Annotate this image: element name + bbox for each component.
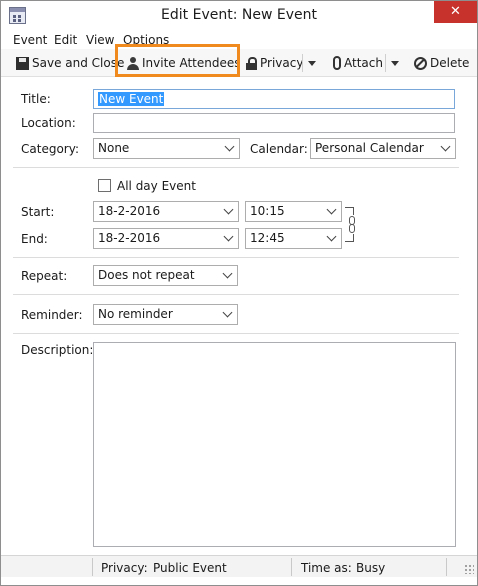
- start-label: Start:: [21, 205, 55, 219]
- end-date-picker[interactable]: 18-2-2016: [93, 228, 239, 249]
- toolbar-separator: [385, 54, 386, 72]
- calendar-value: Personal Calendar: [315, 141, 424, 155]
- title-input[interactable]: New Event: [93, 89, 455, 109]
- repeat-value: Does not repeat: [98, 268, 195, 282]
- save-and-close-label: Save and Close: [32, 56, 125, 70]
- end-label: End:: [21, 232, 48, 246]
- edit-event-window: Edit Event: New Event ✕ Event Edit View …: [0, 0, 478, 586]
- start-date-value: 18-2-2016: [98, 204, 161, 218]
- all-day-label: All day Event: [117, 179, 196, 193]
- section-divider: [13, 167, 459, 168]
- chevron-down-icon: [223, 231, 234, 242]
- reminder-label: Reminder:: [21, 308, 83, 322]
- status-divider: [446, 558, 447, 576]
- attach-label: Attach: [344, 56, 383, 70]
- calendar-label: Calendar:: [250, 142, 308, 156]
- section-divider: [13, 294, 459, 295]
- reminder-select[interactable]: No reminder: [93, 304, 238, 325]
- privacy-dropdown-arrow-icon[interactable]: [308, 61, 316, 66]
- title-bar: Edit Event: New Event ✕: [1, 1, 477, 31]
- start-date-picker[interactable]: 18-2-2016: [93, 201, 239, 222]
- title-label: Title:: [21, 92, 51, 106]
- delete-button[interactable]: Delete: [414, 53, 469, 73]
- chevron-down-icon: [224, 141, 235, 152]
- save-icon: [16, 56, 29, 70]
- section-divider: [13, 333, 459, 334]
- status-divider: [92, 558, 93, 576]
- chevron-down-icon: [222, 268, 233, 279]
- save-and-close-button[interactable]: Save and Close: [16, 53, 124, 73]
- category-value: None: [98, 141, 130, 155]
- status-divider: [291, 558, 292, 576]
- start-time-value: 10:15: [250, 204, 285, 218]
- status-privacy-value: Public Event: [153, 561, 227, 575]
- privacy-label: Privacy: [260, 56, 304, 70]
- chevron-down-icon: [326, 231, 337, 242]
- paperclip-icon: [333, 56, 341, 70]
- category-select[interactable]: None: [93, 138, 240, 159]
- attach-button[interactable]: Attach: [333, 53, 383, 73]
- menu-edit[interactable]: Edit: [54, 33, 77, 47]
- section-divider: [13, 257, 459, 258]
- privacy-button[interactable]: Privacy: [246, 53, 303, 73]
- all-day-checkbox[interactable]: [98, 179, 111, 192]
- end-date-value: 18-2-2016: [98, 231, 161, 245]
- resize-grip-icon[interactable]: [464, 564, 474, 574]
- attach-dropdown-arrow-icon[interactable]: [391, 61, 399, 66]
- chevron-down-icon: [440, 141, 451, 152]
- location-input[interactable]: [93, 113, 455, 133]
- menu-view[interactable]: View: [86, 33, 114, 47]
- chevron-down-icon: [222, 307, 233, 318]
- delete-label: Delete: [430, 56, 470, 70]
- location-label: Location:: [21, 116, 76, 130]
- window-title: Edit Event: New Event: [161, 7, 317, 23]
- start-time-picker[interactable]: 10:15: [245, 201, 342, 222]
- repeat-select[interactable]: Does not repeat: [93, 265, 238, 286]
- status-privacy-label: Privacy:: [101, 561, 148, 575]
- calendar-select[interactable]: Personal Calendar: [310, 138, 456, 159]
- chevron-down-icon: [223, 204, 234, 215]
- toolbar-separator: [302, 54, 303, 72]
- description-label: Description:: [21, 343, 94, 357]
- delete-icon: [414, 56, 427, 70]
- menu-event[interactable]: Event: [13, 33, 47, 47]
- chain-link-icon[interactable]: [345, 207, 357, 245]
- chevron-down-icon: [326, 204, 337, 215]
- reminder-value: No reminder: [98, 307, 173, 321]
- title-input-value: New Event: [98, 92, 165, 106]
- invite-attendees-highlight: [115, 44, 240, 77]
- category-label: Category:: [21, 142, 79, 156]
- status-time-as-value: Busy: [356, 561, 386, 575]
- end-time-value: 12:45: [250, 231, 285, 245]
- end-time-picker[interactable]: 12:45: [245, 228, 342, 249]
- status-time-as-label: Time as:: [301, 561, 352, 575]
- status-bar: Privacy: Public Event Time as: Busy: [1, 555, 477, 577]
- repeat-label: Repeat:: [21, 269, 68, 283]
- description-textarea[interactable]: [93, 342, 456, 547]
- close-window-button[interactable]: ✕: [434, 1, 477, 23]
- lock-icon: [246, 56, 257, 70]
